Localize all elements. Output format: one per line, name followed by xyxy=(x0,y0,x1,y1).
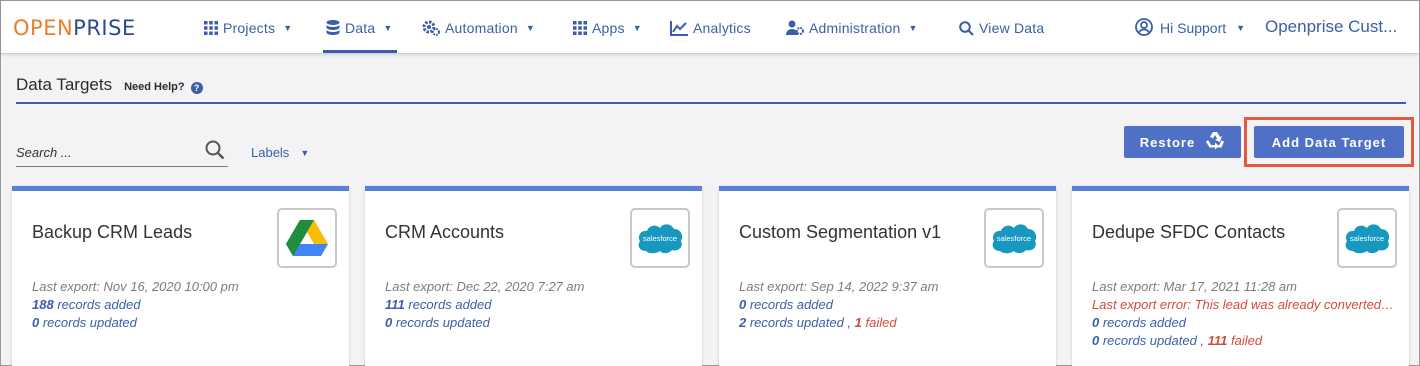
help-icon[interactable]: ? xyxy=(190,82,203,94)
logo-text-open: OPEN xyxy=(13,16,74,40)
nav-data-label: Data xyxy=(345,20,376,36)
add-data-target-button[interactable]: Add Data Target xyxy=(1254,126,1404,158)
svg-text:salesforce: salesforce xyxy=(997,234,1031,243)
org-name[interactable]: Openprise Cust... xyxy=(1265,17,1397,37)
records-updated: 0 records updated , 111 failed xyxy=(1092,333,1263,348)
page-title: Data Targets xyxy=(16,75,113,94)
title-divider xyxy=(16,102,1406,104)
data-target-card[interactable]: Backup CRM Leads Last export: Nov 16, 20… xyxy=(12,186,349,366)
card-title[interactable]: CRM Accounts xyxy=(385,222,504,243)
need-help-link[interactable]: Need Help?? xyxy=(124,81,203,94)
card-title[interactable]: Custom Segmentation v1 xyxy=(739,222,941,243)
search-icon[interactable] xyxy=(205,140,225,165)
data-target-card[interactable]: CRM Accounts salesforce Last export: Dec… xyxy=(365,186,702,366)
top-navbar: OPENPRISE Projects ▼ Data ▼ Automation ▼… xyxy=(1,1,1419,54)
nav-projects-label: Projects xyxy=(223,20,276,36)
last-export-error: Last export error: This lead was already… xyxy=(1092,297,1397,312)
last-export-text: Last export: Mar 17, 2021 11:28 am xyxy=(1092,279,1297,294)
active-nav-indicator xyxy=(323,50,397,53)
user-menu[interactable]: Hi Support ▼ xyxy=(1135,17,1246,39)
database-icon xyxy=(326,20,340,36)
logo-text-prise: PRISE xyxy=(73,16,136,40)
salesforce-icon: salesforce xyxy=(984,208,1044,268)
nav-projects[interactable]: Projects ▼ xyxy=(204,18,292,38)
data-target-card[interactable]: Custom Segmentation v1 salesforce Last e… xyxy=(719,186,1056,366)
card-stats: Last export: Dec 22, 2020 7:27 am 111 re… xyxy=(385,278,690,332)
card-title[interactable]: Dedupe SFDC Contacts xyxy=(1092,222,1285,243)
line-chart-icon xyxy=(670,20,688,36)
records-added: 188 records added xyxy=(32,297,141,312)
card-stats: Last export: Nov 16, 2020 10:00 pm 188 r… xyxy=(32,278,337,332)
nav-analytics-label: Analytics xyxy=(693,20,751,36)
card-stats: Last export: Mar 17, 2021 11:28 am Last … xyxy=(1092,278,1397,350)
user-circle-icon xyxy=(1135,17,1153,39)
grid-icon xyxy=(573,21,587,35)
records-added: 111 records added xyxy=(385,297,492,312)
nav-view-data[interactable]: View Data xyxy=(959,18,1044,38)
user-greeting: Hi Support xyxy=(1160,20,1227,36)
nav-data[interactable]: Data ▼ xyxy=(326,18,392,38)
grid-icon xyxy=(204,21,218,35)
records-added: 0 records added xyxy=(739,297,833,312)
records-added: 0 records added xyxy=(1092,315,1186,330)
records-updated: 0 records updated xyxy=(32,315,137,330)
card-title[interactable]: Backup CRM Leads xyxy=(32,222,192,243)
restore-button[interactable]: Restore xyxy=(1124,126,1241,158)
openprise-logo[interactable]: OPENPRISE xyxy=(13,17,136,39)
nav-automation[interactable]: Automation ▼ xyxy=(422,18,535,38)
chevron-down-icon: ▼ xyxy=(283,23,293,33)
chevron-down-icon: ▼ xyxy=(632,23,642,33)
recycle-icon xyxy=(1205,131,1225,154)
nav-administration[interactable]: Administration ▼ xyxy=(786,18,918,38)
salesforce-icon: salesforce xyxy=(1337,208,1397,268)
gears-icon xyxy=(422,20,440,36)
last-export-text: Last export: Sep 14, 2022 9:37 am xyxy=(739,279,939,294)
google-drive-icon xyxy=(277,208,337,268)
labels-dropdown-label: Labels xyxy=(251,145,290,160)
card-stats: Last export: Sep 14, 2022 9:37 am 0 reco… xyxy=(739,278,1044,332)
nav-view-data-label: View Data xyxy=(979,20,1045,36)
chevron-down-icon: ▼ xyxy=(1236,23,1246,33)
nav-apps[interactable]: Apps ▼ xyxy=(573,18,642,38)
search-box xyxy=(16,139,228,167)
nav-analytics[interactable]: Analytics xyxy=(670,18,751,38)
salesforce-icon: salesforce xyxy=(630,208,690,268)
records-updated: 2 records updated , 1 failed xyxy=(739,315,897,330)
labels-dropdown[interactable]: Labels ▼ xyxy=(251,145,309,160)
page-header: Data Targets Need Help?? xyxy=(16,75,203,101)
need-help-label: Need Help? xyxy=(124,81,185,93)
user-gear-icon xyxy=(786,20,804,36)
last-export-text: Last export: Dec 22, 2020 7:27 am xyxy=(385,279,585,294)
nav-administration-label: Administration xyxy=(809,20,901,36)
records-updated: 0 records updated xyxy=(385,315,490,330)
restore-button-label: Restore xyxy=(1139,134,1196,150)
nav-automation-label: Automation xyxy=(445,20,518,36)
chevron-down-icon: ▼ xyxy=(383,23,393,33)
svg-text:salesforce: salesforce xyxy=(643,234,677,243)
search-input[interactable] xyxy=(16,141,196,163)
chevron-down-icon: ▼ xyxy=(525,23,535,33)
last-export-text: Last export: Nov 16, 2020 10:00 pm xyxy=(32,279,239,294)
chevron-down-icon: ▼ xyxy=(300,147,310,158)
nav-apps-label: Apps xyxy=(592,20,625,36)
chevron-down-icon: ▼ xyxy=(908,23,918,33)
search-icon xyxy=(959,20,974,36)
svg-text:salesforce: salesforce xyxy=(1350,234,1384,243)
data-target-card[interactable]: Dedupe SFDC Contacts salesforce Last exp… xyxy=(1072,186,1409,366)
